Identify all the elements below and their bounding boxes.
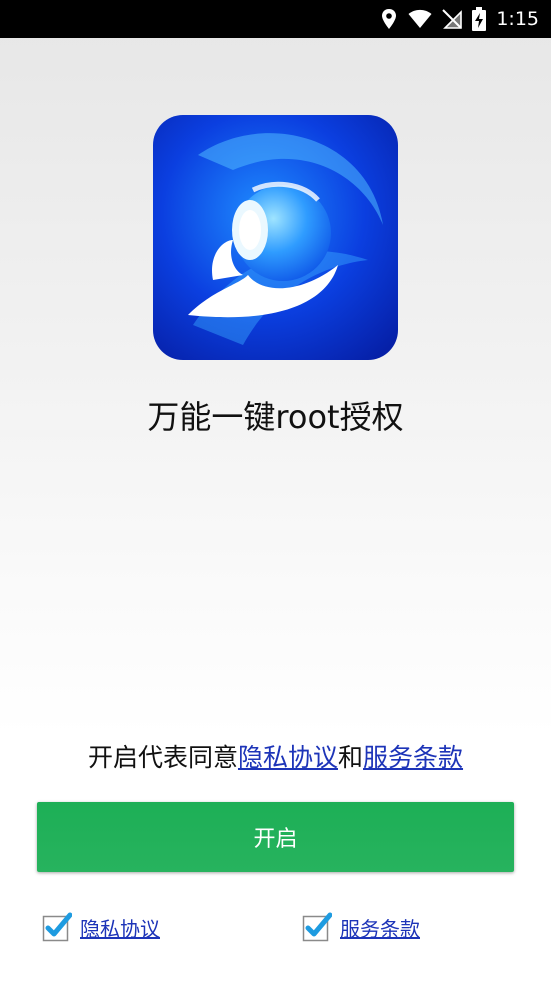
checkbox-checked-icon xyxy=(42,912,72,942)
app-logo-icon xyxy=(153,115,398,360)
no-sim-icon xyxy=(442,9,463,29)
start-button[interactable]: 开启 xyxy=(37,802,514,872)
agreement-prefix: 开启代表同意 xyxy=(87,743,238,772)
location-icon xyxy=(380,8,398,30)
status-icons: 1:15 xyxy=(380,0,539,38)
wifi-icon xyxy=(408,9,432,29)
status-time: 1:15 xyxy=(496,8,539,30)
privacy-checkbox-label[interactable]: 隐私协议 xyxy=(80,913,160,942)
privacy-policy-link[interactable]: 隐私协议 xyxy=(238,743,338,772)
agreement-text: 开启代表同意隐私协议和服务条款 xyxy=(0,738,551,774)
terms-of-service-link[interactable]: 服务条款 xyxy=(363,743,463,772)
agreement-and: 和 xyxy=(338,743,364,772)
status-bar: 1:15 xyxy=(0,0,551,38)
app-name: 万能一键root授权 xyxy=(147,398,404,436)
checkbox-checked-icon xyxy=(302,912,332,942)
privacy-checkbox[interactable]: 隐私协议 xyxy=(42,910,160,944)
battery-charging-icon xyxy=(472,7,487,31)
terms-checkbox[interactable]: 服务条款 xyxy=(302,910,420,944)
terms-checkbox-label[interactable]: 服务条款 xyxy=(340,913,420,942)
